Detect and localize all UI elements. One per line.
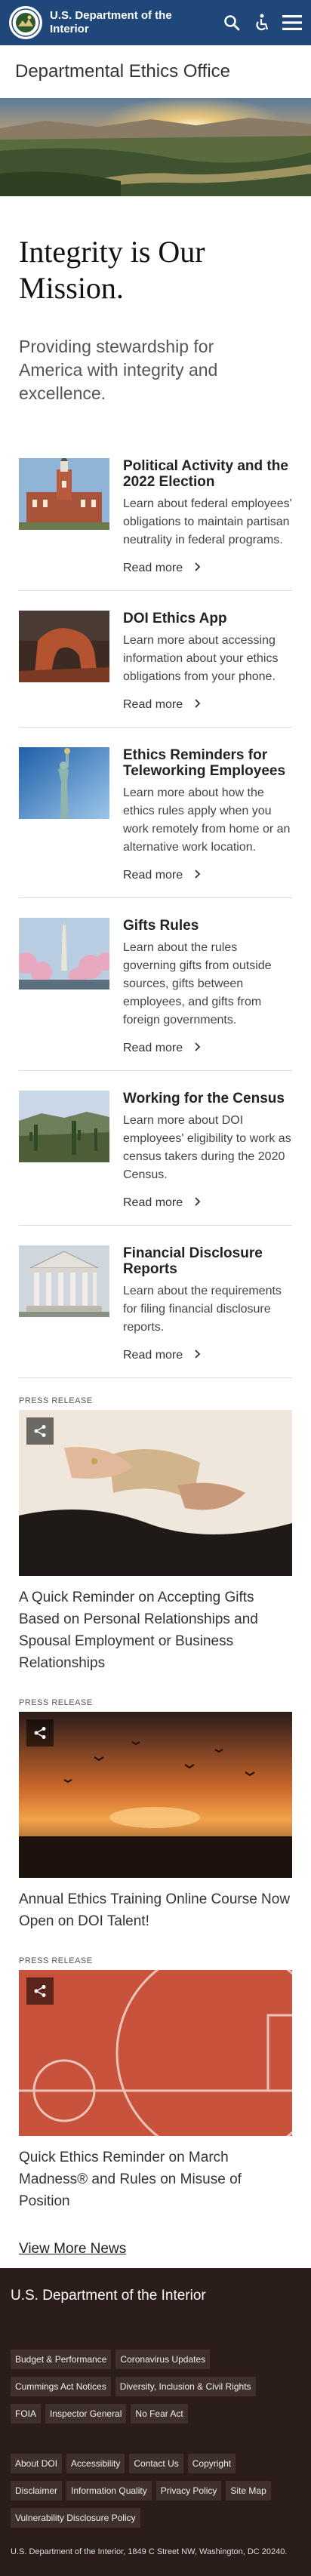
basketball-court-image[interactable] <box>19 1970 292 2136</box>
press-release-tag: PRESS RELEASE <box>19 1396 93 1405</box>
chevron-right-icon <box>195 1042 201 1055</box>
mission-heading: Integrity is Our Mission. <box>19 235 205 305</box>
card-description: Learn more about DOI employees' eligibil… <box>123 1114 291 1181</box>
footer-link-coronavirus[interactable]: Coronavirus Updates <box>115 2350 211 2369</box>
footer-link-budget[interactable]: Budget & Performance <box>11 2350 112 2369</box>
sunset-birds-image[interactable] <box>19 1712 292 1878</box>
card-description: Learn more about accessing information a… <box>123 634 279 683</box>
read-more-label: Read more <box>123 1196 183 1209</box>
footer-link-accessibility[interactable]: Accessibility <box>66 2454 125 2473</box>
hands-passing-envelope-image[interactable] <box>19 1410 292 1576</box>
hero-landscape-image <box>0 98 311 196</box>
footer-link-cummings-act[interactable]: Cummings Act Notices <box>11 2377 111 2396</box>
header-actions <box>222 13 302 32</box>
read-more-link[interactable]: Read more <box>123 869 292 882</box>
footer-links-group-2c: Vulnerability Disclosure Policy <box>11 2508 300 2528</box>
chevron-right-icon <box>195 698 201 712</box>
read-more-label: Read more <box>123 869 183 882</box>
read-more-link[interactable]: Read more <box>123 562 292 575</box>
footer-link-disclaimer[interactable]: Disclaimer <box>11 2481 63 2501</box>
search-icon[interactable] <box>222 13 242 32</box>
chevron-right-icon <box>195 869 201 882</box>
press-release-training: PRESS RELEASE Annual Ethics Training Onl… <box>0 1698 311 1932</box>
mission-subheading: Providing stewardship for America with i… <box>19 337 218 403</box>
read-more-link[interactable]: Read more <box>123 1196 292 1210</box>
footer-link-foia[interactable]: FOIA <box>11 2404 42 2424</box>
card-gifts-rules: Gifts Rules Learn about the rules govern… <box>19 898 292 1071</box>
press-release-title[interactable]: Annual Ethics Training Online Course Now… <box>19 1888 292 1932</box>
card-political-activity: Political Activity and the 2022 Election… <box>19 439 292 591</box>
share-icon[interactable] <box>26 1719 54 1747</box>
footer-links-group-2b: Disclaimer Information Quality Privacy P… <box>11 2481 300 2501</box>
read-more-label: Read more <box>123 562 183 574</box>
read-more-link[interactable]: Read more <box>123 698 292 712</box>
card-description: Learn more about how the ethics rules ap… <box>123 786 291 854</box>
read-more-link[interactable]: Read more <box>123 1042 292 1055</box>
mission-section: Integrity is Our Mission. Providing stew… <box>0 196 311 405</box>
office-title[interactable]: Departmental Ethics Office <box>0 45 311 98</box>
footer-link-site-map[interactable]: Site Map <box>226 2481 271 2501</box>
card-financial-disclosure: Financial Disclosure Reports Learn about… <box>19 1226 292 1378</box>
footer-address: U.S. Department of the Interior, 1849 C … <box>11 2547 288 2556</box>
press-release-march-madness: PRESS RELEASE Quick Ethics Reminder on M… <box>0 1956 311 2212</box>
read-more-link[interactable]: Read more <box>123 1349 292 1362</box>
columned-building-image[interactable] <box>19 1245 109 1317</box>
doi-seal-logo[interactable] <box>9 6 42 39</box>
share-icon[interactable] <box>26 1417 54 1445</box>
footer-link-about-doi[interactable]: About DOI <box>11 2454 63 2473</box>
footer-title[interactable]: U.S. Department of the Interior <box>11 2288 300 2304</box>
footer-link-contact-us[interactable]: Contact Us <box>129 2454 183 2473</box>
footer-link-copyright[interactable]: Copyright <box>187 2454 236 2473</box>
card-title[interactable]: Ethics Reminders for Teleworking Employe… <box>123 747 292 779</box>
press-release-title[interactable]: A Quick Reminder on Accepting Gifts Base… <box>19 1587 292 1674</box>
card-census: Working for the Census Learn more about … <box>19 1071 292 1226</box>
chevron-right-icon <box>195 1196 201 1210</box>
footer-links-group-2: About DOI Accessibility Contact Us Copyr… <box>11 2454 300 2473</box>
share-icon[interactable] <box>26 1977 54 2005</box>
site-footer: U.S. Department of the Interior Budget &… <box>0 2268 311 2576</box>
card-description: Learn about the requirements for filing … <box>123 1285 282 1334</box>
footer-links-group-1: Budget & Performance Coronavirus Updates <box>11 2350 300 2369</box>
footer-link-diversity[interactable]: Diversity, Inclusion & Civil Rights <box>115 2377 256 2396</box>
site-header: U.S. Department of the Interior <box>0 0 311 45</box>
chevron-right-icon <box>195 562 201 575</box>
press-release-gifts: PRESS RELEASE A Quick Reminder on Accept… <box>0 1396 311 1674</box>
footer-links-group-1b: Cummings Act Notices Diversity, Inclusio… <box>11 2377 300 2396</box>
statue-of-liberty-image[interactable] <box>19 747 109 819</box>
card-telework: Ethics Reminders for Teleworking Employe… <box>19 728 292 898</box>
view-more-news-link[interactable]: View More News <box>0 2241 311 2257</box>
card-title[interactable]: Political Activity and the 2022 Election <box>123 458 292 490</box>
washington-monument-image[interactable] <box>19 918 109 989</box>
card-title[interactable]: Financial Disclosure Reports <box>123 1245 292 1277</box>
press-release-tag: PRESS RELEASE <box>19 1698 93 1707</box>
chevron-right-icon <box>195 1349 201 1362</box>
independence-hall-image[interactable] <box>19 458 109 530</box>
footer-link-privacy-policy[interactable]: Privacy Policy <box>156 2481 222 2501</box>
footer-links-group-1c: FOIA Inspector General No Fear Act <box>11 2404 300 2424</box>
card-description: Learn about the rules governing gifts fr… <box>123 941 272 1026</box>
read-more-label: Read more <box>123 698 183 711</box>
accessibility-icon[interactable] <box>252 13 272 32</box>
footer-link-inspector-general[interactable]: Inspector General <box>45 2404 127 2424</box>
desert-cactus-image[interactable] <box>19 1091 109 1162</box>
card-title[interactable]: Gifts Rules <box>123 918 292 934</box>
feature-cards: Political Activity and the 2022 Election… <box>0 439 311 1378</box>
card-description: Learn about federal employees' obligatio… <box>123 497 292 546</box>
red-rock-arch-image[interactable] <box>19 611 109 682</box>
footer-link-information-quality[interactable]: Information Quality <box>66 2481 152 2501</box>
card-doi-ethics-app: DOI Ethics App Learn more about accessin… <box>19 591 292 728</box>
press-release-title[interactable]: Quick Ethics Reminder on March Madness® … <box>19 2147 292 2212</box>
menu-icon[interactable] <box>282 13 302 32</box>
read-more-label: Read more <box>123 1349 183 1362</box>
footer-link-no-fear-act[interactable]: No Fear Act <box>131 2404 188 2424</box>
press-release-tag: PRESS RELEASE <box>19 1956 93 1965</box>
agency-name[interactable]: U.S. Department of the Interior <box>50 9 193 36</box>
card-title[interactable]: DOI Ethics App <box>123 611 292 626</box>
card-title[interactable]: Working for the Census <box>123 1091 292 1106</box>
footer-link-vulnerability-disclosure[interactable]: Vulnerability Disclosure Policy <box>11 2508 140 2528</box>
read-more-label: Read more <box>123 1042 183 1054</box>
